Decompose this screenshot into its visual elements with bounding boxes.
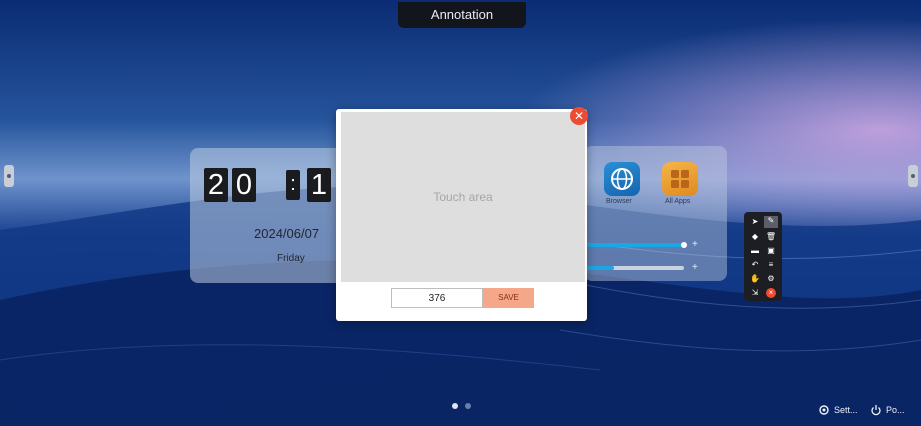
brightness-slider[interactable] bbox=[587, 243, 684, 247]
handle-dot-icon bbox=[911, 174, 915, 178]
close-annotation-icon[interactable]: × bbox=[766, 288, 776, 298]
browser-app-button[interactable] bbox=[604, 162, 640, 196]
settings-label: Sett... bbox=[834, 405, 858, 415]
globe-icon bbox=[611, 168, 633, 190]
exit-icon[interactable]: ⇲ bbox=[749, 288, 761, 298]
save-icon[interactable]: ▣ bbox=[765, 246, 777, 256]
volume-plus-icon[interactable]: + bbox=[692, 262, 698, 273]
settings-gear-icon[interactable]: ⚙ bbox=[765, 274, 777, 284]
browser-app-label: Browser bbox=[606, 198, 632, 205]
settings-button[interactable]: Sett... bbox=[818, 404, 858, 416]
brightness-slider-thumb[interactable] bbox=[681, 242, 687, 248]
hand-icon[interactable]: ✋ bbox=[749, 274, 761, 284]
folder-icon[interactable]: ▬ bbox=[749, 246, 761, 256]
handle-dot-icon bbox=[7, 174, 11, 178]
right-edge-handle[interactable] bbox=[908, 165, 918, 187]
volume-slider-fill bbox=[587, 266, 614, 270]
touch-area-label: Touch area bbox=[433, 190, 493, 204]
eraser-icon[interactable]: ◆ bbox=[749, 232, 761, 242]
clock-digit: 0 bbox=[232, 168, 256, 202]
clock-digit: 1 bbox=[307, 168, 331, 202]
value-input[interactable] bbox=[391, 288, 483, 308]
left-edge-handle[interactable] bbox=[4, 165, 14, 187]
gear-icon bbox=[819, 405, 829, 415]
trash-icon[interactable]: 🗑 bbox=[765, 232, 777, 242]
all-apps-label: All Apps bbox=[665, 198, 691, 205]
power-icon bbox=[871, 405, 881, 416]
clock-weekday: Friday bbox=[277, 253, 305, 264]
pager-dot-active[interactable] bbox=[452, 403, 458, 409]
touch-area[interactable]: Touch area bbox=[341, 112, 585, 282]
clock-date: 2024/06/07 bbox=[254, 226, 320, 241]
power-button[interactable]: Po... bbox=[870, 404, 905, 416]
menu-icon[interactable]: ≡ bbox=[765, 260, 777, 270]
clock-separator: : bbox=[286, 170, 300, 200]
pointer-icon[interactable]: ➤ bbox=[749, 217, 761, 227]
power-label: Po... bbox=[886, 405, 905, 415]
save-button[interactable]: SAVE bbox=[483, 288, 534, 308]
undo-icon[interactable]: ↶ bbox=[749, 260, 761, 270]
brightness-plus-icon[interactable]: + bbox=[692, 239, 698, 250]
clock-digit: 2 bbox=[204, 168, 228, 202]
close-icon[interactable]: ✕ bbox=[570, 107, 588, 125]
all-apps-button[interactable] bbox=[662, 162, 698, 196]
grid-icon bbox=[671, 170, 689, 188]
pager-dot[interactable] bbox=[465, 403, 471, 409]
pen-icon[interactable]: ✎ bbox=[764, 216, 778, 228]
annotation-toolbar: ➤ ✎ ◆ 🗑 ▬ ▣ ↶ ≡ ✋ ⚙ ⇲ × bbox=[744, 212, 782, 301]
window-title-tab[interactable]: Annotation bbox=[398, 2, 526, 28]
